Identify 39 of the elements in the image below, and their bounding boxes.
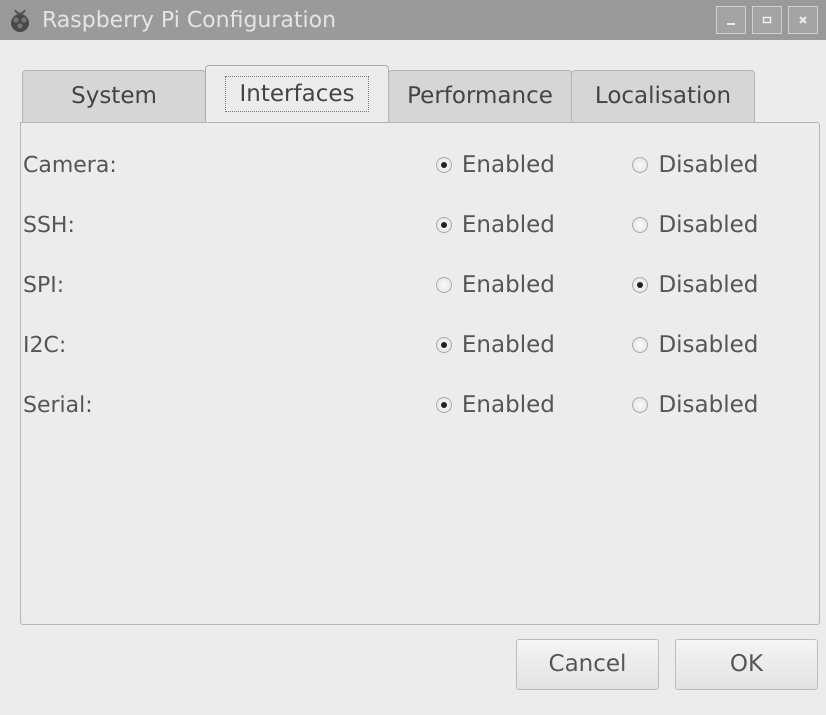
setting-label: Serial: <box>22 392 94 420</box>
radio-option[interactable]: Disabled <box>622 388 820 422</box>
radio-button[interactable] <box>632 337 648 353</box>
close-icon <box>798 15 808 25</box>
cancel-button[interactable]: Cancel <box>516 639 659 690</box>
radio-option[interactable]: Enabled <box>426 328 622 362</box>
window-title: Raspberry Pi Configuration <box>42 6 338 34</box>
maximize-icon <box>762 15 772 25</box>
maximize-button[interactable] <box>752 6 782 34</box>
tab[interactable]: Performance <box>388 70 572 122</box>
tab[interactable]: Localisation <box>571 70 755 122</box>
minimize-icon <box>727 23 735 25</box>
raspberry-icon <box>8 7 32 33</box>
radio-option[interactable]: Enabled <box>426 268 622 302</box>
radio-button[interactable] <box>436 157 452 173</box>
close-button[interactable] <box>788 6 818 34</box>
radio-button[interactable] <box>436 217 452 233</box>
radio-button[interactable] <box>436 277 452 293</box>
radio-option[interactable]: Disabled <box>622 328 820 362</box>
radio-option[interactable]: Disabled <box>622 268 820 302</box>
setting-label: SPI: <box>22 272 66 300</box>
setting-label: SSH: <box>22 212 76 240</box>
ok-button[interactable]: OK <box>675 639 818 690</box>
radio-button[interactable] <box>436 337 452 353</box>
radio-option[interactable]: Enabled <box>426 388 622 422</box>
tab[interactable]: Interfaces <box>205 65 389 122</box>
radio-button[interactable] <box>632 277 648 293</box>
radio-option[interactable]: Enabled <box>426 148 622 182</box>
setting-label: Camera: <box>22 152 118 180</box>
radio-button[interactable] <box>632 217 648 233</box>
setting-label: I2C: <box>22 332 68 360</box>
radio-button[interactable] <box>436 397 452 413</box>
radio-option[interactable]: Enabled <box>426 208 622 242</box>
radio-button[interactable] <box>632 397 648 413</box>
radio-option[interactable]: Disabled <box>622 208 820 242</box>
minimize-button[interactable] <box>716 6 746 34</box>
radio-button[interactable] <box>632 157 648 173</box>
radio-option[interactable]: Disabled <box>622 148 820 182</box>
tab[interactable]: System <box>22 70 206 122</box>
